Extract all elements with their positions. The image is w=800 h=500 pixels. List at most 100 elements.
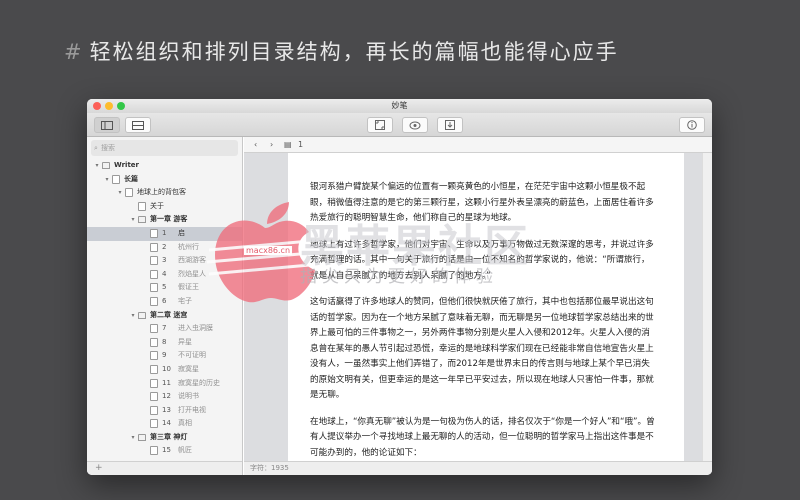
back-button[interactable]: ‹ — [254, 137, 257, 153]
fullscreen-icon — [375, 120, 385, 130]
search-field[interactable]: ⌕ 搜索 — [91, 140, 238, 156]
toggle-panel-button[interactable] — [125, 117, 151, 133]
outline-folder[interactable]: ▾ 长篇 — [87, 173, 242, 187]
preview-icon — [409, 121, 421, 129]
paragraph: 这句话赢得了许多地球人的赞同，但他们很快就厌倦了旅行，其中也包括那位最早说出这句… — [310, 297, 654, 400]
outline-item[interactable]: 10 寂寞星 — [87, 363, 242, 377]
document-icon — [150, 283, 158, 293]
scrollbar[interactable] — [702, 153, 712, 461]
search-placeholder: 搜索 — [101, 144, 115, 152]
item-number: 4 — [162, 269, 167, 278]
item-number: 3 — [162, 256, 167, 265]
sidebar-footer: + — [87, 461, 242, 475]
item-label: 第三章 神灯 — [150, 432, 188, 441]
item-number: 10 — [162, 364, 171, 373]
toggle-sidebar-button[interactable] — [94, 117, 120, 133]
info-icon — [687, 120, 697, 130]
disclosure-arrow-icon[interactable]: ▾ — [103, 173, 111, 187]
item-label: 长篇 — [124, 174, 138, 183]
item-label: 启 — [178, 228, 185, 237]
editor-nav: ‹ › ▤ 1 ⌃ ⌄ ▭ — [244, 137, 712, 153]
status-bar: 字符：1935 — [244, 461, 712, 475]
watermark-subtitle: 指尖只为更好的体验 — [300, 267, 498, 287]
outline-item[interactable]: 9 不可证明 — [87, 349, 242, 363]
item-number: 6 — [162, 296, 167, 305]
document-icon — [150, 419, 158, 429]
headline: # 轻松组织和排列目录结构，再长的篇幅也能得心应手 — [64, 36, 619, 66]
disclosure-arrow-icon[interactable]: ▾ — [116, 186, 124, 200]
window-title: 妙笔 — [391, 101, 408, 110]
outline-folder[interactable]: ▾ 第二章 迷宫 — [87, 309, 242, 323]
item-label: 西湖游客 — [178, 256, 206, 265]
item-label: 关于 — [150, 201, 164, 210]
item-number: 15 — [162, 446, 171, 455]
item-label: 假证王 — [178, 283, 199, 292]
item-label: 第二章 迷宫 — [150, 310, 188, 319]
titlebar: 妙笔 — [87, 99, 712, 113]
forward-button[interactable]: › — [270, 137, 273, 153]
close-button[interactable] — [93, 102, 101, 110]
document-page[interactable]: 银河系猎户臂旋某个偏远的位置有一颗亮黄色的小恒星，在茫茫宇宙中这颗小恒星极不起眼… — [288, 153, 684, 461]
document-icon — [150, 269, 158, 279]
document-icon — [150, 364, 158, 374]
item-label: 寂寞星的历史 — [178, 378, 220, 387]
outline-folder[interactable]: ▾ 第三章 神灯 — [87, 431, 242, 445]
outline-item[interactable]: 8 异星 — [87, 336, 242, 350]
item-label: 烈焰星人 — [178, 269, 206, 278]
outline-item[interactable]: 11 寂寞星的历史 — [87, 377, 242, 391]
outline-item[interactable]: 15 帆匠 — [87, 444, 242, 458]
sidebar-icon — [101, 120, 113, 130]
document-icon — [150, 405, 158, 415]
item-label: 异星 — [178, 337, 192, 346]
book-icon — [125, 188, 133, 198]
folder-icon — [102, 162, 110, 169]
disclosure-arrow-icon[interactable]: ▾ — [129, 213, 137, 227]
item-number: 14 — [162, 419, 171, 428]
outline-item[interactable]: 13 打开电视 — [87, 404, 242, 418]
disclosure-arrow-icon[interactable]: ▾ — [129, 431, 137, 445]
item-label: 打开电视 — [178, 405, 206, 414]
disclosure-arrow-icon[interactable]: ▾ — [129, 309, 137, 323]
item-number: 9 — [162, 351, 167, 360]
item-label: 说明书 — [178, 392, 199, 401]
outline-item[interactable]: 12 说明书 — [87, 390, 242, 404]
item-number: 7 — [162, 324, 167, 333]
item-number: 1 — [162, 228, 167, 237]
toolbar — [87, 113, 712, 137]
folder-icon — [138, 433, 146, 441]
export-button[interactable] — [437, 117, 463, 133]
preview-button[interactable] — [402, 117, 428, 133]
item-number: 8 — [162, 337, 167, 346]
headline-text: 轻松组织和排列目录结构，再长的篇幅也能得心应手 — [89, 40, 619, 64]
zoom-button[interactable] — [117, 102, 125, 110]
item-number: 12 — [162, 392, 171, 401]
document-icon — [150, 256, 158, 266]
outline-item[interactable]: 7 进入虫洞膜 — [87, 322, 242, 336]
outline-folder[interactable]: ▾ 地球上的背包客 — [87, 186, 242, 200]
paragraph: 在地球上，“你真无聊”被认为是一句极为伤人的话，排名仅次于“你是一个好人”和“哦… — [310, 416, 655, 458]
document-icon — [150, 228, 158, 238]
app-window: 妙笔 ⌕ 搜索 ▾ Writer ▾ 长篇 ▾ 地球上的背包客 关于 ▾ 第一章 游客 1 启 2 杭州… — [87, 99, 712, 475]
item-number: 2 — [162, 242, 167, 251]
export-icon — [445, 120, 455, 130]
info-button[interactable] — [679, 117, 705, 133]
add-item-button[interactable]: + — [95, 463, 103, 473]
document-icon — [150, 242, 158, 252]
document-icon — [150, 378, 158, 388]
fullscreen-button[interactable] — [367, 117, 393, 133]
headline-hash: # — [64, 40, 84, 64]
item-number: 13 — [162, 405, 171, 414]
outline-item[interactable]: 14 真相 — [87, 417, 242, 431]
document-icon — [138, 201, 146, 211]
outline-folder[interactable]: ▾ Writer — [87, 159, 242, 173]
document-icon: ▤ — [284, 140, 292, 149]
window-controls — [93, 102, 125, 110]
item-label: 宅子 — [178, 296, 192, 305]
item-label: 帆匠 — [178, 446, 192, 455]
search-icon: ⌕ — [94, 144, 98, 152]
disclosure-arrow-icon[interactable]: ▾ — [93, 159, 101, 173]
item-number: 11 — [162, 378, 171, 387]
minimize-button[interactable] — [105, 102, 113, 110]
document-icon — [150, 351, 158, 361]
item-label: Writer — [114, 161, 139, 169]
